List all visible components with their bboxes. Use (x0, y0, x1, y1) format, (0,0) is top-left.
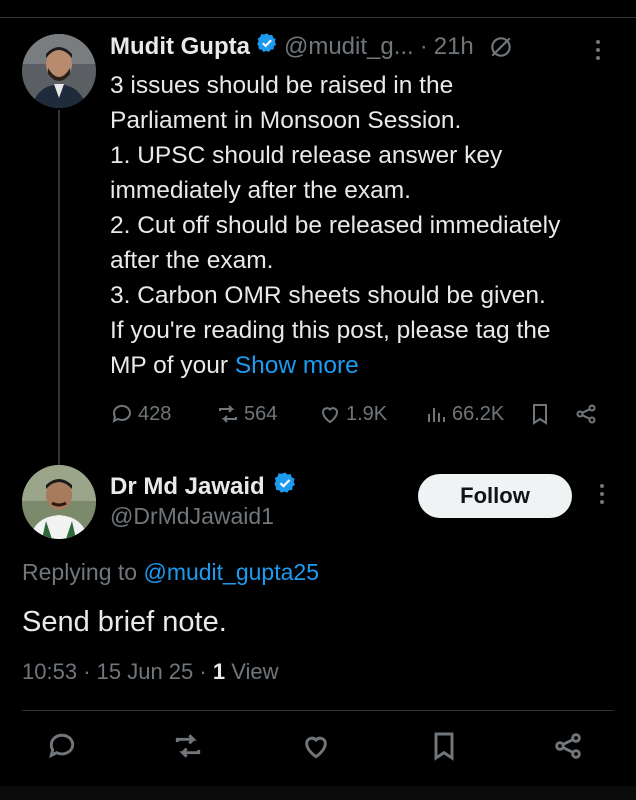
tweet-header: Mudit Gupta @mudit_g... · 21h (110, 32, 514, 61)
author-handle[interactable]: @mudit_g... (284, 33, 414, 61)
reply-time[interactable]: 10:53 (22, 659, 77, 684)
heart-icon (321, 407, 339, 424)
share-button[interactable] (574, 397, 598, 431)
verified-badge-icon (256, 32, 278, 61)
bookmark-icon (533, 404, 547, 425)
views-button[interactable]: 66.2K (424, 397, 504, 431)
bookmark-icon (434, 732, 454, 761)
replying-to: Replying to @mudit_gupta25 (22, 559, 319, 586)
follow-button[interactable]: Follow (418, 474, 572, 518)
analytics-icon (428, 408, 445, 422)
reply-view-label: View (231, 659, 279, 684)
reply-icon (49, 733, 75, 759)
reply-count: 428 (138, 402, 172, 425)
like-button[interactable]: 1.9K (318, 397, 387, 431)
bookmark-button[interactable] (528, 397, 552, 431)
share-button[interactable] (552, 730, 588, 766)
tweet-actions: 428 564 1.9K 66.2K (110, 397, 610, 431)
repost-icon (175, 734, 201, 758)
repost-button[interactable]: 564 (216, 397, 277, 431)
reply-date[interactable]: 15 Jun 25 (97, 659, 194, 684)
tweet-body: 3 issues should be raised in the Parliam… (110, 72, 561, 379)
reply-author-name[interactable]: Dr Md Jawaid (110, 473, 265, 501)
avatar-mudit-gupta[interactable] (22, 34, 96, 108)
verified-badge-icon (273, 471, 297, 502)
reply-more-options-icon[interactable] (592, 480, 612, 510)
like-count: 1.9K (346, 402, 388, 425)
reply-icon (112, 404, 131, 423)
like-button[interactable] (300, 730, 336, 766)
avatar-dr-md-jawaid[interactable] (22, 465, 96, 539)
repost-count: 564 (244, 402, 278, 425)
bookmark-button[interactable] (428, 730, 464, 766)
grok-icon[interactable] (488, 34, 514, 60)
reply-actions (0, 730, 636, 780)
reply-text: Send brief note. (22, 606, 227, 638)
reply-meta: 10:53 · 15 Jun 25 · 1 View (22, 659, 279, 684)
reply-author-handle[interactable]: @DrMdJawaid1 (110, 503, 274, 530)
separator-dot: · (419, 32, 428, 60)
share-icon (576, 404, 596, 424)
author-name[interactable]: Mudit Gupta (110, 33, 250, 61)
replying-to-prefix: Replying to (22, 559, 144, 585)
show-more-link[interactable]: Show more (235, 352, 359, 379)
share-icon (555, 733, 581, 759)
repost-icon (219, 405, 237, 423)
heart-icon (305, 736, 327, 759)
more-options-icon[interactable] (588, 36, 608, 64)
reply-view-count: 1 (212, 659, 226, 684)
top-divider (0, 17, 636, 18)
reply-button[interactable]: 428 (110, 397, 171, 431)
bottom-edge (0, 786, 636, 800)
reply-button[interactable] (46, 730, 82, 766)
replying-to-handle[interactable]: @mudit_gupta25 (143, 559, 319, 585)
reply-author-row: Dr Md Jawaid (110, 471, 297, 502)
actions-divider (22, 710, 614, 711)
view-count: 66.2K (452, 402, 505, 425)
repost-button[interactable] (172, 730, 208, 766)
post-time[interactable]: 21h (434, 33, 474, 61)
thread-connector (58, 110, 60, 468)
tweet-text: 3 issues should be raised in the Parliam… (110, 68, 625, 383)
